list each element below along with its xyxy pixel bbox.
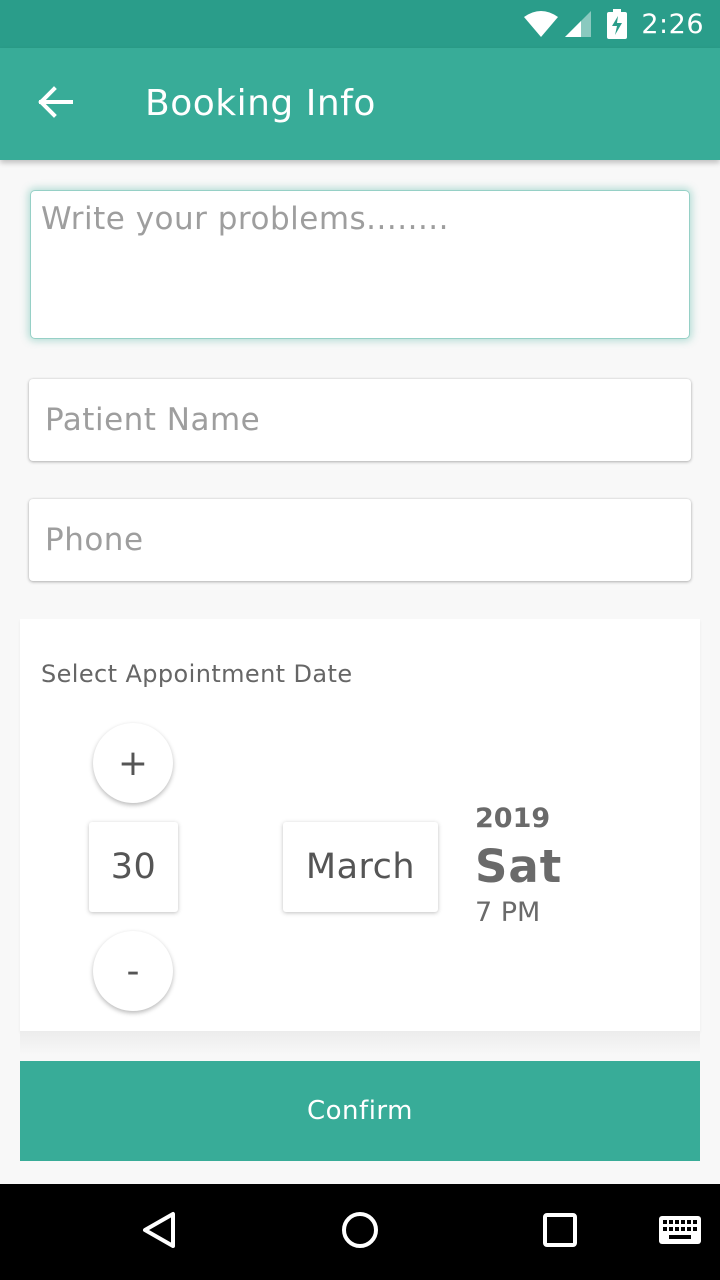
back-button[interactable] (28, 76, 84, 132)
phone-field-container (29, 499, 691, 581)
problems-input[interactable] (31, 191, 689, 338)
day-value: 30 (89, 822, 178, 912)
back-triangle-icon (140, 1210, 180, 1254)
battery-charging-icon (607, 9, 628, 39)
nav-keyboard-button[interactable] (632, 1184, 720, 1280)
keyboard-icon (659, 1216, 701, 1248)
year-label: 2019 (475, 803, 551, 834)
home-circle-icon (340, 1210, 380, 1254)
app-bar: Booking Info (0, 48, 720, 160)
status-time: 2:26 (641, 8, 704, 40)
appointment-date-title: Select Appointment Date (41, 660, 353, 688)
status-bar: 2:26 (0, 0, 720, 48)
patient-name-field-container (29, 379, 691, 461)
page-title: Booking Info (145, 83, 376, 124)
confirm-button[interactable]: Confirm (20, 1061, 700, 1161)
wifi-icon (523, 10, 559, 38)
month-value[interactable]: March (283, 822, 438, 912)
patient-name-input[interactable] (29, 379, 691, 461)
nav-home-button[interactable] (312, 1184, 408, 1280)
phone-input[interactable] (29, 499, 691, 581)
time-label: 7 PM (475, 897, 541, 928)
recents-square-icon (542, 1212, 578, 1252)
problems-field-container (31, 191, 689, 338)
nav-back-button[interactable] (112, 1184, 208, 1280)
decrement-day-button[interactable]: - (93, 931, 173, 1011)
nav-recents-button[interactable] (512, 1184, 608, 1280)
arrow-back-icon (38, 84, 74, 124)
weekday-label: Sat (475, 840, 563, 893)
cell-signal-icon (563, 10, 593, 38)
increment-day-button[interactable]: + (93, 723, 173, 803)
card-divider-shadow (20, 1031, 700, 1055)
navigation-bar (0, 1184, 720, 1280)
booking-info-screen: 2:26 Booking Info Select Appointment Dat… (0, 0, 720, 1280)
status-icons: 2:26 (523, 0, 704, 48)
